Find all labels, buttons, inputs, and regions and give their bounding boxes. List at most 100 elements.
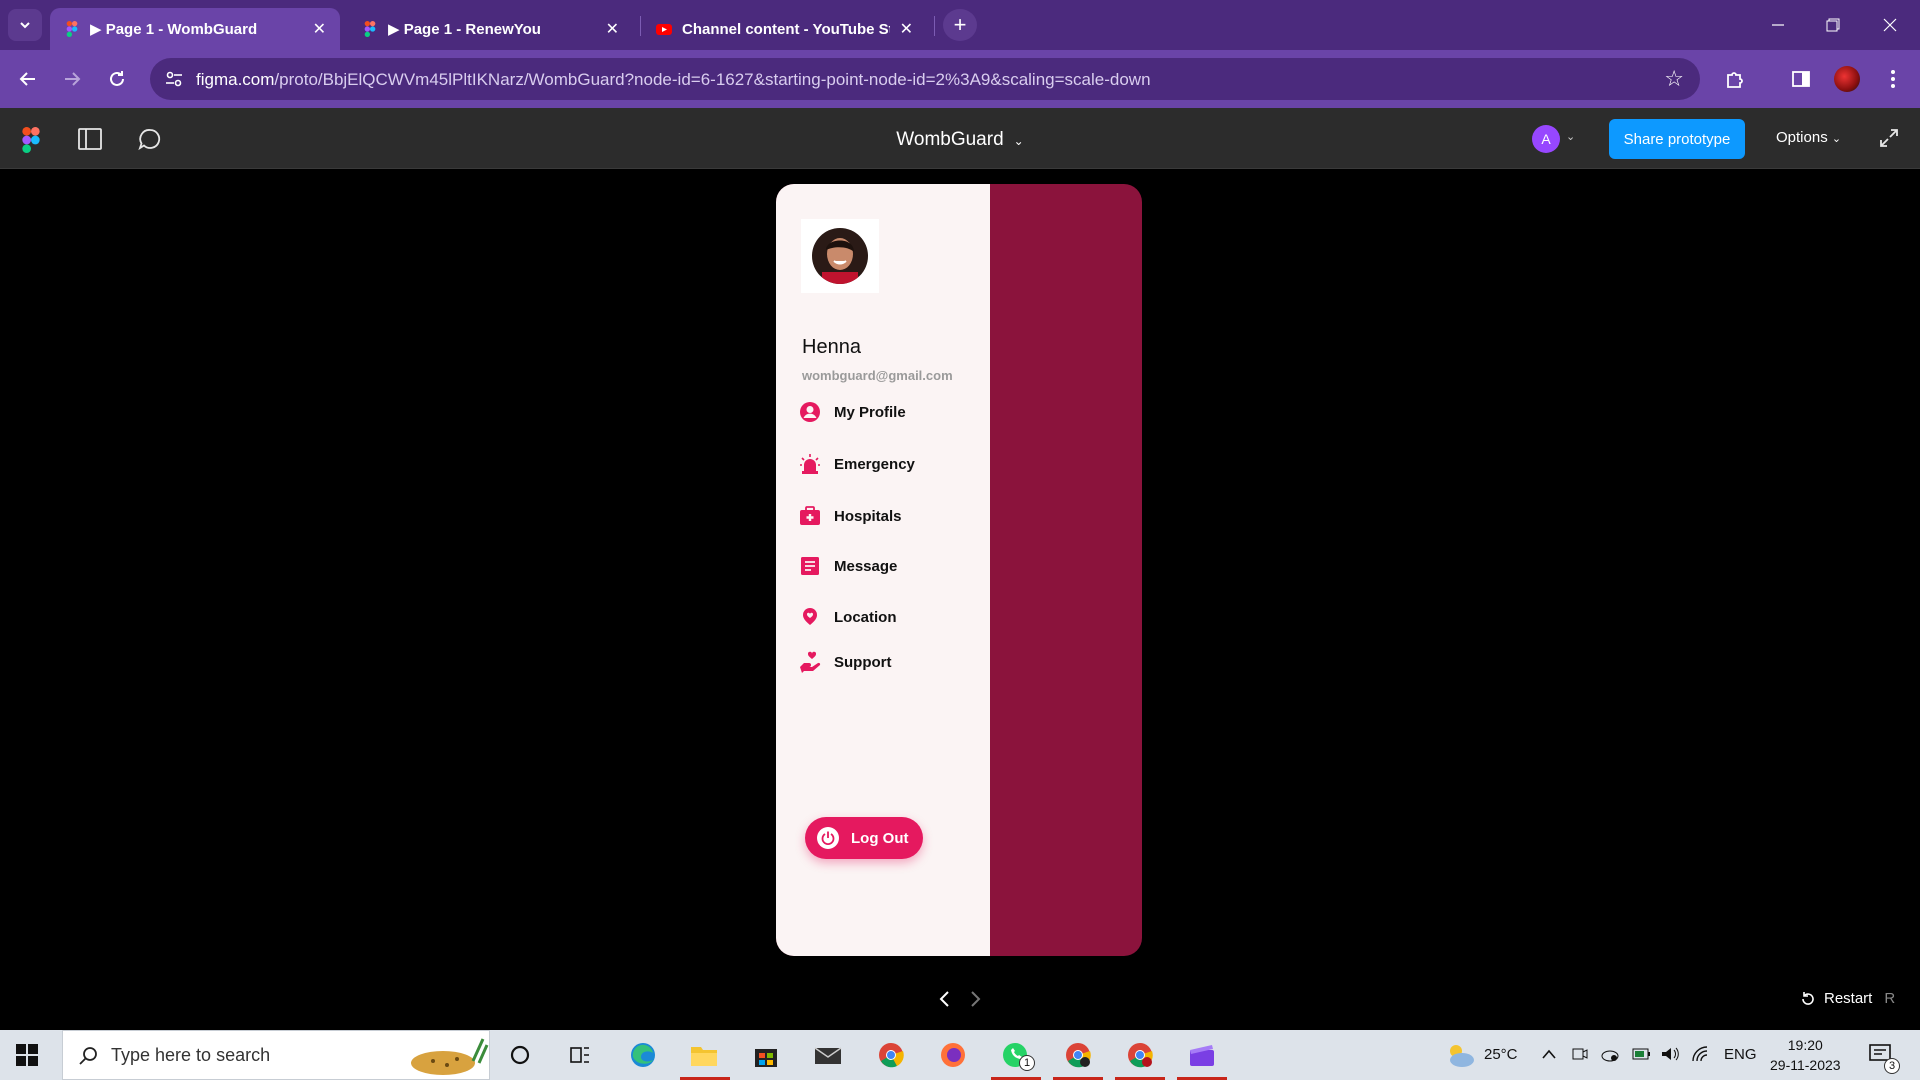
avatar-illustration <box>812 228 868 284</box>
restart-shortcut: R <box>1884 990 1896 1007</box>
cortana-icon <box>510 1045 530 1065</box>
weather-cloudy-icon[interactable] <box>1444 1041 1476 1069</box>
profile-avatar[interactable] <box>1834 66 1860 92</box>
url-text: figma.com/proto/BbjElQCWVm45lPltIKNarz/W… <box>196 70 1151 90</box>
windows-start-icon[interactable] <box>16 1044 38 1066</box>
reload-button[interactable] <box>101 63 133 95</box>
tab-wombguard[interactable]: ▶ Page 1 - WombGuard ✕ <box>50 8 340 50</box>
close-icon[interactable]: ✕ <box>900 19 913 39</box>
edge-icon <box>631 1043 655 1067</box>
taskbar-search[interactable]: Type here to search <box>62 1030 490 1080</box>
wifi-icon[interactable] <box>1690 1045 1710 1063</box>
support-hand-icon <box>798 650 822 674</box>
options-menu-button[interactable]: Options ⌄ <box>1776 129 1841 146</box>
tab-renewyou[interactable]: ▶ Page 1 - RenewYou ✕ <box>348 8 633 50</box>
extensions-button[interactable] <box>1720 64 1750 94</box>
tab-title: ▶ Page 1 - RenewYou <box>388 21 541 38</box>
onedrive-icon[interactable] <box>1600 1045 1620 1063</box>
menu-item-message[interactable]: Message <box>798 553 897 579</box>
menu-item-hospitals[interactable]: Hospitals <box>798 503 902 529</box>
puzzle-icon <box>1727 72 1743 88</box>
arrow-right-icon <box>65 72 81 86</box>
temperature[interactable]: 25°C <box>1484 1046 1518 1063</box>
figma-icon <box>364 21 376 37</box>
chevron-down-icon <box>20 22 30 29</box>
task-view-button[interactable] <box>564 1039 596 1071</box>
menu-item-label: Emergency <box>834 455 915 473</box>
chrome-active-app[interactable] <box>1124 1039 1156 1071</box>
folder-icon <box>691 1047 717 1066</box>
chevron-down-icon: ⌄ <box>1013 134 1024 148</box>
address-bar[interactable]: figma.com/proto/BbjElQCWVm45lPltIKNarz/W… <box>150 58 1700 100</box>
restore-button[interactable] <box>1813 10 1853 40</box>
mail-app[interactable] <box>812 1039 844 1071</box>
previous-frame-button[interactable] <box>938 988 952 1014</box>
restart-button[interactable]: Restart R <box>1800 990 1895 1007</box>
expand-icon[interactable] <box>1878 127 1900 149</box>
search-icon <box>79 1047 97 1065</box>
microsoft-store-app[interactable] <box>750 1039 782 1071</box>
firefox-app[interactable] <box>937 1039 969 1071</box>
menu-item-location[interactable]: Location <box>798 604 897 630</box>
close-icon[interactable]: ✕ <box>606 19 619 39</box>
site-settings-icon[interactable] <box>164 69 184 89</box>
menu-item-support[interactable]: Support <box>798 649 892 675</box>
tab-youtube-studio[interactable]: Channel content - YouTube Studio ✕ <box>642 8 927 50</box>
menu-item-emergency[interactable]: Emergency <box>798 451 915 477</box>
edge-app[interactable] <box>627 1039 659 1071</box>
minimize-button[interactable] <box>1758 10 1798 40</box>
plus-icon: + <box>953 12 967 37</box>
restart-icon <box>1802 991 1814 1005</box>
menu-item-label: Location <box>834 608 897 626</box>
forward-button[interactable] <box>56 63 88 95</box>
close-window-button[interactable] <box>1870 10 1910 40</box>
whatsapp-app[interactable]: 1 <box>999 1039 1035 1071</box>
notification-badge: 3 <box>1884 1058 1900 1074</box>
chrome-profile-app[interactable] <box>1062 1039 1094 1071</box>
menu-item-label: Support <box>834 653 892 671</box>
chevron-down-icon[interactable]: ⌄ <box>1566 130 1575 143</box>
log-out-button[interactable]: Log Out <box>805 817 923 859</box>
medical-kit-icon <box>798 504 822 528</box>
user-avatar[interactable]: A <box>1532 125 1560 153</box>
close-icon[interactable]: ✕ <box>313 19 326 39</box>
chrome-icon <box>879 1043 904 1068</box>
menu-item-label: My Profile <box>834 403 906 421</box>
browser-menu-button[interactable] <box>1878 64 1908 94</box>
battery-icon[interactable] <box>1632 1046 1652 1062</box>
volume-icon[interactable] <box>1660 1045 1680 1063</box>
bookmark-star-icon[interactable]: ☆ <box>1664 66 1684 92</box>
new-tab-button[interactable]: + <box>943 9 977 41</box>
chevron-up-icon[interactable] <box>1542 1048 1556 1060</box>
avatar-card[interactable] <box>801 219 879 293</box>
cortana-button[interactable] <box>504 1039 536 1071</box>
share-prototype-button[interactable]: Share prototype <box>1609 119 1745 159</box>
log-out-label: Log Out <box>851 829 909 847</box>
file-explorer-app[interactable] <box>688 1039 720 1071</box>
clipchamp-app[interactable] <box>1186 1039 1218 1071</box>
tab-title: Channel content - YouTube Studio <box>682 20 890 38</box>
next-frame-button[interactable] <box>968 988 982 1014</box>
prototype-canvas: Henna wombguard@gmail.com My Profile Eme… <box>0 170 1920 1030</box>
message-icon <box>798 554 822 578</box>
language-indicator[interactable]: ENG <box>1724 1046 1757 1063</box>
chrome-app[interactable] <box>875 1039 907 1071</box>
siren-icon <box>798 452 822 476</box>
options-label: Options <box>1776 129 1828 146</box>
tab-search-button[interactable] <box>8 9 42 41</box>
system-clock[interactable]: 19:20 29-11-2023 <box>1770 1035 1841 1075</box>
side-panel-button[interactable] <box>1786 64 1816 94</box>
menu-item-my-profile[interactable]: My Profile <box>798 399 906 425</box>
mail-icon <box>814 1047 842 1064</box>
search-placeholder: Type here to search <box>111 1045 271 1065</box>
task-view-icon <box>570 1047 589 1063</box>
windows-taskbar: Type here to search 1 25°C ENG 19:20 29-… <box>0 1030 1920 1080</box>
url-domain: figma.com <box>196 70 275 89</box>
back-button[interactable] <box>12 63 44 95</box>
firefox-icon <box>941 1043 965 1067</box>
chevron-left-icon <box>939 991 949 1007</box>
navigation-drawer: Henna wombguard@gmail.com My Profile Eme… <box>776 184 990 956</box>
meet-now-icon[interactable] <box>1572 1045 1588 1063</box>
browser-tab-bar: ▶ Page 1 - WombGuard ✕ ▶ Page 1 - RenewY… <box>0 0 1920 50</box>
user-avatar-photo <box>812 228 868 284</box>
